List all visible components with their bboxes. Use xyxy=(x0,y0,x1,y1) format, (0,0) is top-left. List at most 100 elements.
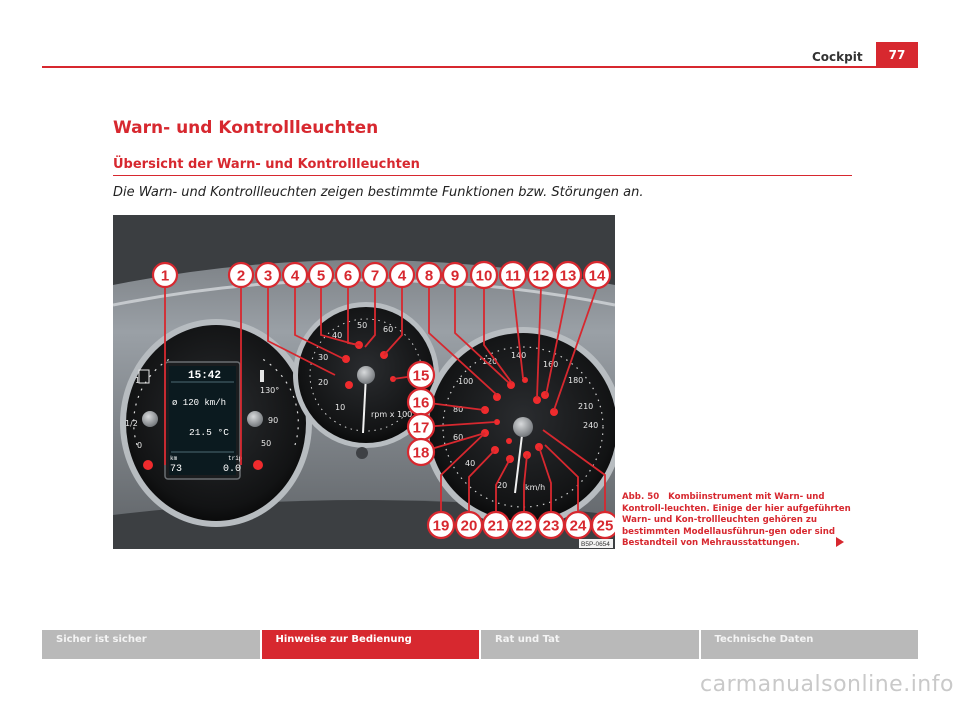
instrument-cluster-figure: 1 1/2 0 130° 90 50 15:42 ø 120 km/h 21.5… xyxy=(112,215,623,549)
callout-22: 22 xyxy=(509,510,539,540)
speedo-tick-20: 20 xyxy=(497,481,507,490)
svg-text:11: 11 xyxy=(505,268,521,285)
section-title: Warn- und Kontrollleuchten xyxy=(113,118,379,138)
svg-text:2: 2 xyxy=(237,268,245,285)
multifunction-display: 15:42 ø 120 km/h 21.5 °C km 73 trip 0.0 xyxy=(164,361,243,480)
watermark: carmanualsonline.info xyxy=(700,672,954,697)
speedo-unit: km/h xyxy=(525,483,545,492)
callout-9: 9 xyxy=(441,261,469,289)
callout-6: 6 xyxy=(334,261,362,289)
display-speed: ø 120 km/h xyxy=(172,398,226,408)
svg-text:16: 16 xyxy=(413,395,430,412)
svg-text:14: 14 xyxy=(589,268,606,285)
marker-dot-temp xyxy=(253,460,263,470)
svg-text:25: 25 xyxy=(597,518,614,535)
callout-21: 21 xyxy=(481,510,511,540)
callout-24: 24 xyxy=(563,510,593,540)
svg-text:13: 13 xyxy=(560,268,577,285)
intro-text: Die Warn- und Kontrollleuchten zeigen be… xyxy=(113,185,644,200)
temp-tick-90: 90 xyxy=(268,416,278,425)
footer-tabs: Sicher ist sicher Hinweise zur Bedienung… xyxy=(42,630,918,659)
callout-15: 15 xyxy=(406,360,436,390)
tacho-tick-20: 20 xyxy=(318,378,328,387)
svg-text:10: 10 xyxy=(476,268,493,285)
callout-10: 10 xyxy=(469,260,499,290)
speedo-tick-210: 210 xyxy=(578,402,593,411)
tacho-tick-30: 30 xyxy=(318,353,328,362)
tacho-tick-10: 10 xyxy=(335,403,345,412)
svg-text:7: 7 xyxy=(371,268,379,285)
callout-11: 11 xyxy=(498,260,528,290)
tacho-unit: rpm x 100 xyxy=(371,410,412,419)
fuel-tick-0: 0 xyxy=(137,441,142,450)
callout-16: 16 xyxy=(406,387,436,417)
display-temperature: 21.5 °C xyxy=(189,427,229,438)
svg-text:3: 3 xyxy=(264,268,272,285)
marker-dot-fuel xyxy=(143,460,153,470)
callout-2: 2 xyxy=(227,261,255,289)
svg-text:24: 24 xyxy=(570,518,587,535)
svg-text:19: 19 xyxy=(433,518,450,535)
subsection-rule xyxy=(113,175,852,176)
tacho-tick-60: 60 xyxy=(383,325,393,334)
callout-4: 4 xyxy=(281,261,309,289)
callout-17: 17 xyxy=(406,412,436,442)
svg-text:18: 18 xyxy=(413,445,430,462)
speedo-tick-140: 140 xyxy=(511,351,526,360)
svg-text:5: 5 xyxy=(317,268,325,285)
svg-text:15: 15 xyxy=(413,368,430,385)
page-number: 77 xyxy=(876,42,918,68)
callout-12: 12 xyxy=(526,260,556,290)
page-header-title: Cockpit xyxy=(812,50,863,64)
svg-text:21: 21 xyxy=(488,518,505,535)
callout-18: 18 xyxy=(406,437,436,467)
callout-5: 5 xyxy=(307,261,335,289)
svg-text:9: 9 xyxy=(451,268,459,285)
tab-hinweise-zur-bedienung[interactable]: Hinweise zur Bedienung xyxy=(261,630,481,659)
tab-rat-und-tat[interactable]: Rat und Tat xyxy=(481,630,701,659)
svg-text:4: 4 xyxy=(398,268,407,285)
callout-14: 14 xyxy=(582,260,612,290)
svg-text:1: 1 xyxy=(161,268,169,285)
callout-8: 8 xyxy=(415,261,443,289)
svg-text:22: 22 xyxy=(516,518,533,535)
svg-text:23: 23 xyxy=(543,518,560,535)
coolant-icon xyxy=(260,370,264,382)
svg-text:12: 12 xyxy=(533,268,550,285)
callout-4b: 4 xyxy=(388,261,416,289)
svg-text:20: 20 xyxy=(461,518,478,535)
callout-19: 19 xyxy=(426,510,456,540)
tacho-tick-50: 50 xyxy=(357,321,367,330)
subsection-title: Übersicht der Warn- und Kontrollleuchten xyxy=(113,157,420,172)
caption-label: Abb. 50 xyxy=(622,492,660,502)
callout-25: 25 xyxy=(590,510,620,540)
speedo-tick-100: 100 xyxy=(458,377,473,386)
speedo-tick-40: 40 xyxy=(465,459,475,468)
header-rule xyxy=(42,66,918,68)
svg-text:8: 8 xyxy=(425,268,433,285)
callout-13: 13 xyxy=(553,260,583,290)
temp-tick-50: 50 xyxy=(261,439,271,448)
callout-20: 20 xyxy=(454,510,484,540)
temp-tick-130: 130° xyxy=(260,386,279,395)
svg-text:4: 4 xyxy=(291,268,300,285)
callout-1: 1 xyxy=(151,261,179,289)
fuel-tick-half: 1/2 xyxy=(125,419,138,428)
figure-caption: Abb. 50 Kombiinstrument mit Warn- und Ko… xyxy=(622,492,854,550)
display-km-label: km xyxy=(170,455,178,462)
continue-arrow-icon[interactable] xyxy=(836,537,844,547)
tab-sicher-ist-sicher[interactable]: Sicher ist sicher xyxy=(42,630,262,659)
svg-text:6: 6 xyxy=(344,268,352,285)
tab-technische-daten[interactable]: Technische Daten xyxy=(700,630,918,659)
callout-7: 7 xyxy=(361,261,389,289)
display-time: 15:42 xyxy=(188,370,221,382)
image-code: B5P-0654 xyxy=(581,541,610,548)
speedo-tick-180: 180 xyxy=(568,376,583,385)
display-km-value: 73 xyxy=(170,464,182,475)
svg-text:17: 17 xyxy=(413,420,430,437)
callout-3: 3 xyxy=(254,261,282,289)
display-trip-value: 0.0 xyxy=(223,464,241,475)
speedo-tick-160: 160 xyxy=(543,360,558,369)
callout-23: 23 xyxy=(536,510,566,540)
speedometer: 20 40 60 80 100 120 140 160 180 210 240 … xyxy=(423,327,623,527)
